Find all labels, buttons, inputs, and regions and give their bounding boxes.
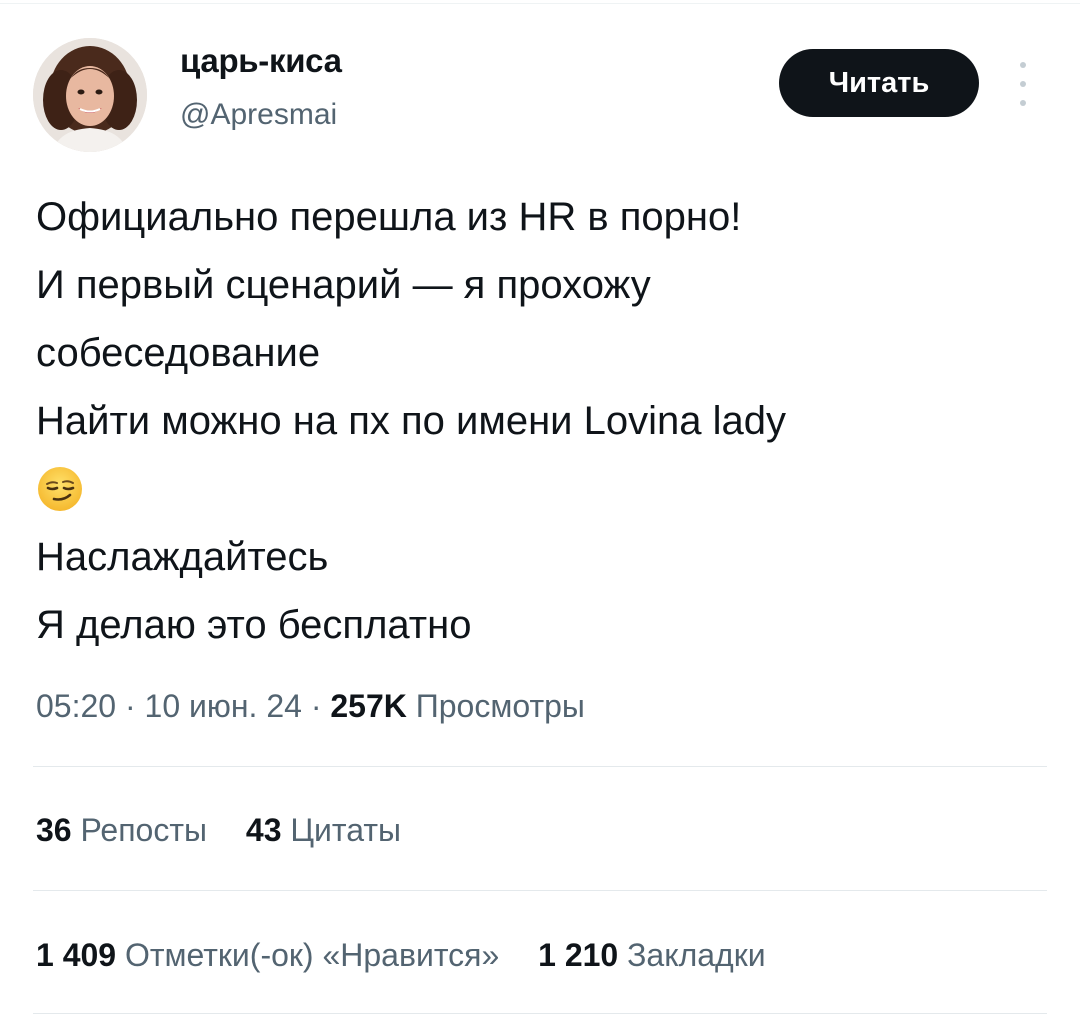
more-dot — [1020, 100, 1026, 106]
tweet-line: И первый сценарий — я прохожу — [36, 263, 651, 307]
likes-stat[interactable]: 1 409 Отметки(-ок) «Нравится» — [36, 937, 499, 974]
views-count: 257K — [330, 688, 407, 724]
quotes-label: Цитаты — [290, 812, 401, 848]
likes-label: Отметки(-ок) «Нравится» — [124, 937, 500, 973]
tweet-meta: 05:20 · 10 июн. 24 · 257K Просмотры — [36, 688, 585, 725]
more-dot — [1020, 62, 1026, 68]
tweet-text: Официально перешла из HR в порно! И перв… — [36, 183, 1046, 659]
stats-row-reposts-quotes: 36 Репосты 43 Цитаты — [36, 812, 401, 849]
tweet-time[interactable]: 05:20 — [36, 688, 116, 724]
avatar-image — [33, 38, 147, 152]
tweet-line: собеседование — [36, 331, 321, 375]
tweet-line: Найти можно на пх по имени Lovina lady — [36, 399, 786, 443]
tweet-date[interactable]: 10 июн. 24 — [145, 688, 302, 724]
meta-separator: · — [310, 688, 322, 724]
top-divider — [0, 3, 1080, 4]
bookmarks-label: Закладки — [627, 937, 766, 973]
smirking-face-icon — [38, 467, 82, 511]
tweet-line: Я делаю это бесплатно — [36, 603, 472, 647]
more-dot — [1020, 81, 1026, 87]
author-handle[interactable]: @Apresmai — [180, 98, 337, 132]
bookmarks-stat[interactable]: 1 210 Закладки — [538, 937, 765, 974]
views-label: Просмотры — [415, 688, 585, 724]
stats-row-likes-bookmarks: 1 409 Отметки(-ок) «Нравится» 1 210 Закл… — [36, 937, 766, 974]
tweet-line: Официально перешла из HR в порно! — [36, 195, 742, 239]
stats-divider-middle — [33, 890, 1047, 891]
more-options-icon[interactable] — [1010, 62, 1036, 106]
meta-separator: · — [124, 688, 136, 724]
reposts-count: 36 — [36, 812, 72, 848]
quotes-count: 43 — [245, 812, 282, 848]
bookmarks-count: 1 210 — [538, 937, 619, 973]
avatar[interactable] — [33, 38, 147, 152]
stats-divider-bottom — [33, 1013, 1047, 1014]
stats-divider-top — [33, 766, 1047, 767]
reposts-stat[interactable]: 36 Репосты — [36, 812, 207, 849]
quotes-stat[interactable]: 43 Цитаты — [246, 812, 401, 849]
follow-button[interactable]: Читать — [779, 49, 979, 117]
reposts-label: Репосты — [80, 812, 207, 848]
likes-count: 1 409 — [36, 937, 117, 973]
author-display-name[interactable]: царь-киса — [180, 42, 342, 80]
tweet-line: Наслаждайтесь — [36, 535, 329, 579]
tweet-emoji-line — [36, 455, 1046, 523]
